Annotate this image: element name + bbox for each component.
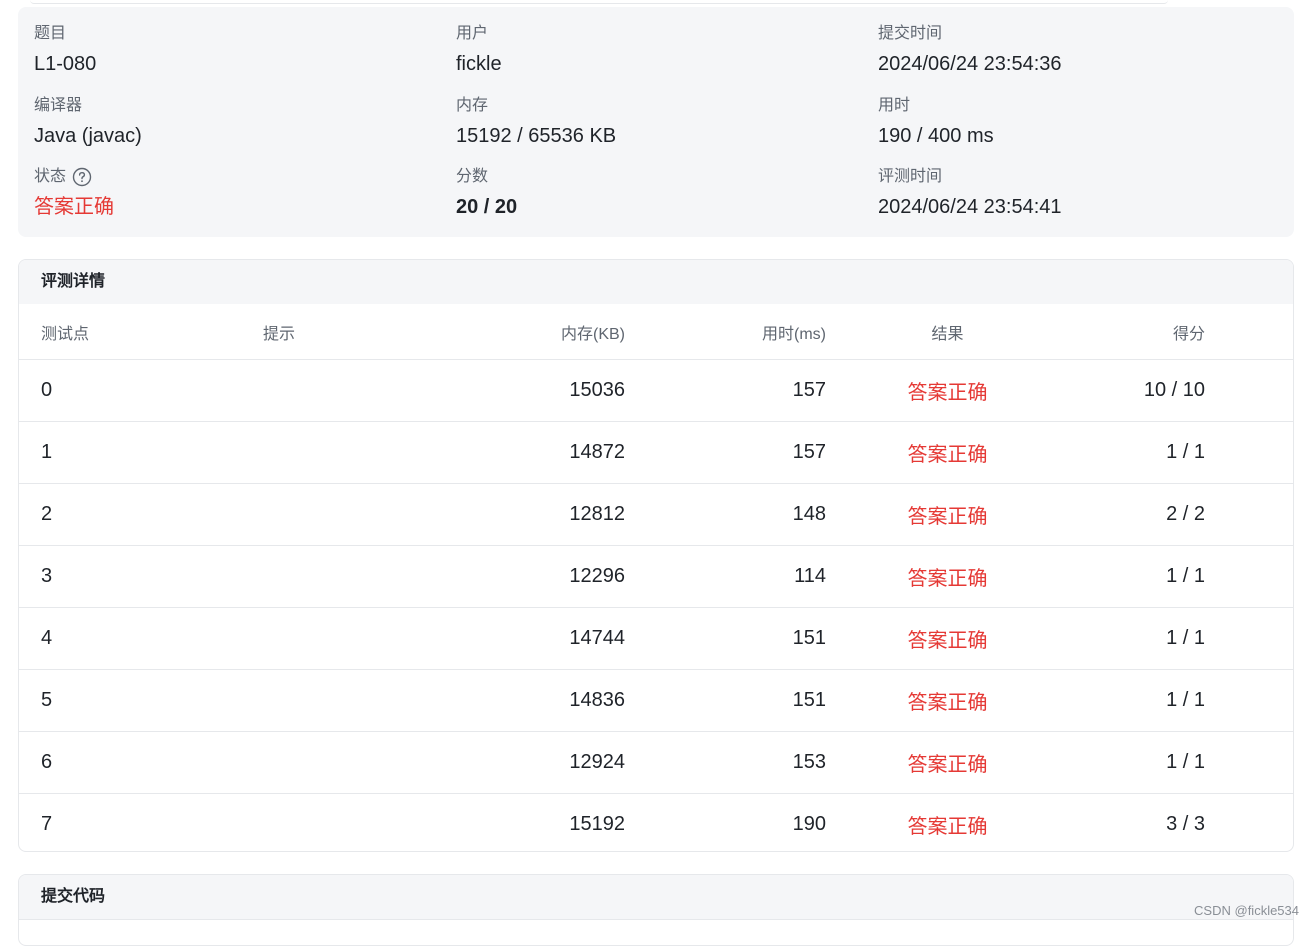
testcase-hint	[263, 483, 485, 546]
user-field: 用户 fickle	[456, 23, 878, 95]
problem-label: 题目	[34, 25, 67, 42]
testcase-result: 答案正确	[826, 669, 1069, 732]
column-header-testcase: 测试点	[19, 304, 263, 360]
testcase-memory: 14872	[485, 421, 625, 484]
status-value: 答案正确	[34, 196, 114, 218]
testcase-result: 答案正确	[826, 483, 1069, 546]
submit-time-field: 提交时间 2024/06/24 23:54:36	[878, 23, 1298, 95]
table-row: 6 12924 153 答案正确 1 / 1	[19, 731, 1293, 794]
testcase-time: 157	[625, 359, 826, 422]
score-label: 分数	[456, 168, 489, 185]
testcase-id: 6	[19, 731, 263, 794]
score-value: 20 / 20	[456, 196, 518, 218]
testcase-result: 答案正确	[826, 545, 1069, 608]
status-field: 状态 答案正确	[34, 166, 456, 238]
time-label: 用时	[878, 96, 911, 114]
testcase-memory: 12812	[485, 483, 625, 546]
table-row: 4 14744 151 答案正确 1 / 1	[19, 607, 1293, 670]
testcase-memory: 14836	[485, 669, 625, 732]
testcase-result: 答案正确	[826, 359, 1069, 422]
testcase-score: 2 / 2	[1069, 483, 1293, 546]
judge-time-value: 2024/06/24 23:54:41	[878, 196, 1062, 218]
testcase-score: 1 / 1	[1069, 669, 1293, 732]
judge-time-field: 评测时间 2024/06/24 23:54:41	[878, 166, 1298, 238]
compiler-field: 编译器 Java (javac)	[34, 95, 456, 167]
testcase-memory: 14744	[485, 607, 625, 670]
judge-time-label: 评测时间	[878, 168, 943, 185]
memory-field: 内存 15192 / 65536 KB	[456, 95, 878, 167]
score-field: 分数 20 / 20	[456, 166, 878, 238]
testcase-id: 4	[19, 607, 263, 670]
problem-field: 题目 L1-080	[34, 23, 456, 95]
testcase-time: 151	[625, 607, 826, 670]
table-row: 2 12812 148 答案正确 2 / 2	[19, 483, 1293, 546]
table-row: 3 12296 114 答案正确 1 / 1	[19, 545, 1293, 608]
table-row: 0 15036 157 答案正确 10 / 10	[19, 359, 1293, 422]
testcase-hint	[263, 359, 485, 422]
submission-summary: 题目 L1-080 用户 fickle 提交时间 2024/06/24 23:5…	[18, 7, 1294, 237]
testcase-time: 153	[625, 731, 826, 794]
testcase-id: 2	[19, 483, 263, 546]
testcase-hint	[263, 545, 485, 608]
testcase-result: 答案正确	[907, 816, 988, 838]
time-field: 用时 190 / 400 ms	[878, 95, 1298, 167]
column-header-score: 得分	[1069, 304, 1293, 360]
question-circle-icon[interactable]	[72, 167, 92, 187]
memory-value: 15192 / 65536 KB	[456, 124, 617, 147]
testcase-id: 7	[41, 813, 53, 835]
judge-details-title: 评测详情	[19, 260, 1293, 304]
testcase-score: 1 / 1	[1069, 421, 1293, 484]
testcase-id: 5	[19, 669, 263, 732]
status-label: 状态	[34, 168, 67, 185]
testcase-time: 190	[792, 813, 826, 835]
testcase-score: 1 / 1	[1069, 731, 1293, 794]
top-strip	[30, 0, 1168, 4]
judge-details-table: 测试点 提示 内存(KB) 用时(ms) 结果 得分 0 15036 157 答…	[19, 304, 1293, 852]
column-header-memory: 内存(KB)	[485, 304, 625, 360]
table-header-row: 测试点 提示 内存(KB) 用时(ms) 结果 得分	[19, 304, 1293, 360]
testcase-result: 答案正确	[826, 731, 1069, 794]
testcase-result: 答案正确	[826, 607, 1069, 670]
submitted-code-title: 提交代码	[19, 875, 1293, 920]
testcase-memory: 12296	[485, 545, 625, 608]
testcase-result: 答案正确	[826, 421, 1069, 484]
problem-value[interactable]: L1-080	[34, 49, 456, 79]
testcase-id: 1	[19, 421, 263, 484]
testcase-time: 157	[625, 421, 826, 484]
time-value: 190 / 400 ms	[878, 124, 994, 147]
column-header-result: 结果	[826, 304, 1069, 360]
watermark: CSDN @fickle534	[1194, 903, 1299, 918]
testcase-hint	[263, 669, 485, 732]
table-row: 5 14836 151 答案正确 1 / 1	[19, 669, 1293, 732]
user-label: 用户	[456, 25, 489, 42]
column-header-hint: 提示	[263, 304, 485, 360]
testcase-time: 151	[625, 669, 826, 732]
memory-label: 内存	[456, 96, 489, 114]
testcase-memory: 15036	[485, 359, 625, 422]
submit-time-label: 提交时间	[878, 25, 943, 42]
testcase-score: 1 / 1	[1069, 607, 1293, 670]
user-value[interactable]: fickle	[456, 49, 878, 79]
testcase-memory: 15192	[569, 813, 625, 835]
testcase-memory: 12924	[485, 731, 625, 794]
compiler-label: 编译器	[34, 96, 83, 114]
testcase-time: 148	[625, 483, 826, 546]
testcase-id: 0	[19, 359, 263, 422]
table-row: 1 14872 157 答案正确 1 / 1	[19, 421, 1293, 484]
testcase-score: 1 / 1	[1069, 545, 1293, 608]
table-row: 7 15192 190 答案正确 3 / 3	[19, 794, 1293, 852]
testcase-id: 3	[19, 545, 263, 608]
submit-time-value: 2024/06/24 23:54:36	[878, 53, 1062, 75]
submitted-code-card: 提交代码	[18, 874, 1294, 946]
compiler-value: Java (javac)	[34, 124, 142, 147]
testcase-hint	[263, 794, 485, 852]
testcase-score: 10 / 10	[1069, 359, 1293, 422]
column-header-time: 用时(ms)	[625, 304, 826, 360]
testcase-hint	[263, 731, 485, 794]
testcase-score: 3 / 3	[1166, 813, 1205, 835]
testcase-hint	[263, 421, 485, 484]
testcase-time: 114	[625, 545, 826, 608]
judge-details-card: 评测详情 测试点 提示 内存(KB) 用时(ms) 结果 得分 0 15036 …	[18, 259, 1294, 852]
testcase-hint	[263, 607, 485, 670]
